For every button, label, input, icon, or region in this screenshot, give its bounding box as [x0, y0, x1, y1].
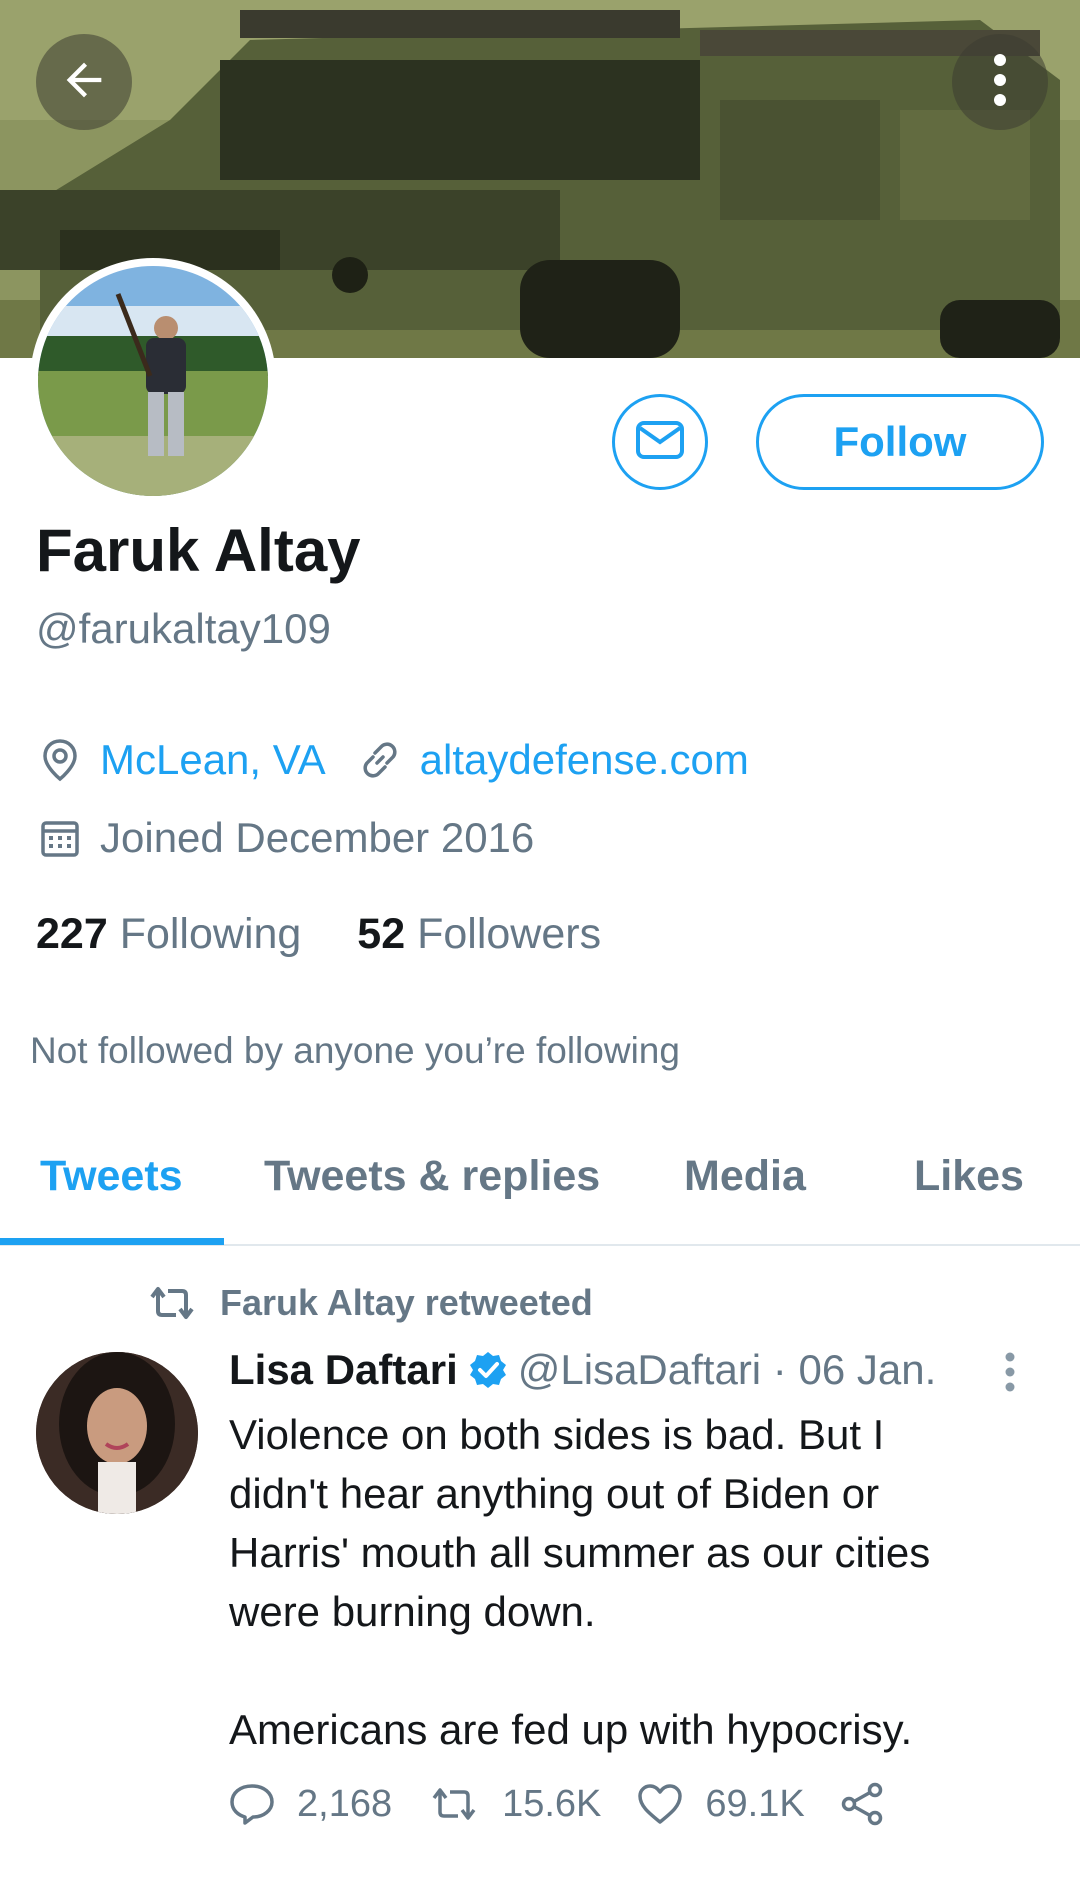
tweet-more-button[interactable] — [1004, 1352, 1016, 1397]
tweet-text-line: Americans are fed up with hypocrisy. — [229, 1706, 913, 1753]
location-pin-icon — [36, 736, 84, 784]
tab-tweets-and-replies[interactable]: Tweets & replies — [264, 1152, 600, 1201]
followers-link[interactable]: 52 Followers — [357, 910, 601, 958]
profile-joined-row: Joined December 2016 — [36, 814, 534, 862]
tweet-text-line: were burning down. — [229, 1588, 596, 1635]
reply-button[interactable]: 2,168 — [229, 1782, 392, 1826]
share-icon — [839, 1782, 885, 1826]
share-button[interactable] — [839, 1782, 907, 1826]
tweet-header: Lisa Daftari @LisaDaftari · 06 Jan. — [229, 1346, 936, 1394]
profile-avatar[interactable] — [30, 258, 276, 504]
tab-likes[interactable]: Likes — [914, 1152, 1024, 1201]
verified-badge-icon — [468, 1350, 508, 1390]
tweet-handle-and-date: @LisaDaftari · 06 Jan. — [517, 1346, 937, 1393]
retweeted-by-label: Faruk Altay retweeted — [220, 1282, 593, 1323]
tweet-text-line: Violence on both sides is bad. But I — [229, 1411, 885, 1458]
profile-name: Faruk Altay — [36, 517, 361, 584]
active-tab-indicator — [0, 1238, 224, 1245]
tweet-text: Violence on both sides is bad. But I did… — [229, 1405, 1029, 1759]
profile-counts: 227 Following 52 Followers — [36, 910, 601, 959]
followers-count: 52 — [357, 910, 406, 958]
tab-media[interactable]: Media — [684, 1152, 806, 1201]
followers-label: Followers — [417, 910, 602, 958]
profile-tabs: Tweets Tweets & replies Media Likes — [0, 1140, 1080, 1246]
tweet-actions: 2,168 15.6K 69.1K — [229, 1782, 907, 1826]
mail-icon — [635, 420, 685, 465]
calendar-icon — [36, 814, 84, 862]
more-vertical-icon — [1004, 1352, 1016, 1396]
profile-meta-row: McLean, VA altaydefense.com — [36, 736, 749, 784]
follow-button[interactable]: Follow — [756, 394, 1044, 490]
message-button[interactable] — [612, 394, 708, 490]
more-vertical-icon — [992, 52, 1008, 113]
like-count: 69.1K — [705, 1782, 805, 1825]
heart-icon — [637, 1783, 683, 1825]
reply-count: 2,168 — [297, 1782, 393, 1825]
following-link[interactable]: 227 Following — [36, 910, 313, 958]
profile-handle: @farukaltay109 — [36, 605, 331, 652]
back-button[interactable] — [36, 34, 132, 130]
more-options-button[interactable] — [952, 34, 1048, 130]
following-count: 227 — [36, 910, 108, 958]
tweet-author-name[interactable]: Lisa Daftari — [229, 1346, 458, 1394]
profile-website-link[interactable]: altaydefense.com — [420, 736, 749, 784]
reply-icon — [229, 1782, 275, 1826]
retweet-count: 15.6K — [502, 1782, 602, 1825]
retweet-icon — [146, 1283, 198, 1323]
tweet-text-line: didn't hear anything out of Biden or — [229, 1470, 880, 1517]
tab-tweets[interactable]: Tweets — [40, 1152, 183, 1201]
not-followed-notice: Not followed by anyone you’re following — [30, 1030, 680, 1071]
arrow-left-icon — [58, 54, 110, 111]
following-label: Following — [119, 910, 302, 958]
retweet-icon — [428, 1784, 480, 1824]
retweet-button[interactable]: 15.6K — [428, 1783, 601, 1826]
profile-location: McLean, VA — [100, 736, 326, 783]
tweet-text-line: Harris' mouth all summer as our cities — [229, 1529, 931, 1576]
profile-joined-date: Joined December 2016 — [100, 814, 535, 861]
like-button[interactable]: 69.1K — [637, 1782, 805, 1826]
link-icon — [356, 736, 404, 784]
retweet-context[interactable]: Faruk Altay retweeted — [146, 1282, 593, 1324]
tweet-author-avatar[interactable] — [36, 1352, 198, 1514]
